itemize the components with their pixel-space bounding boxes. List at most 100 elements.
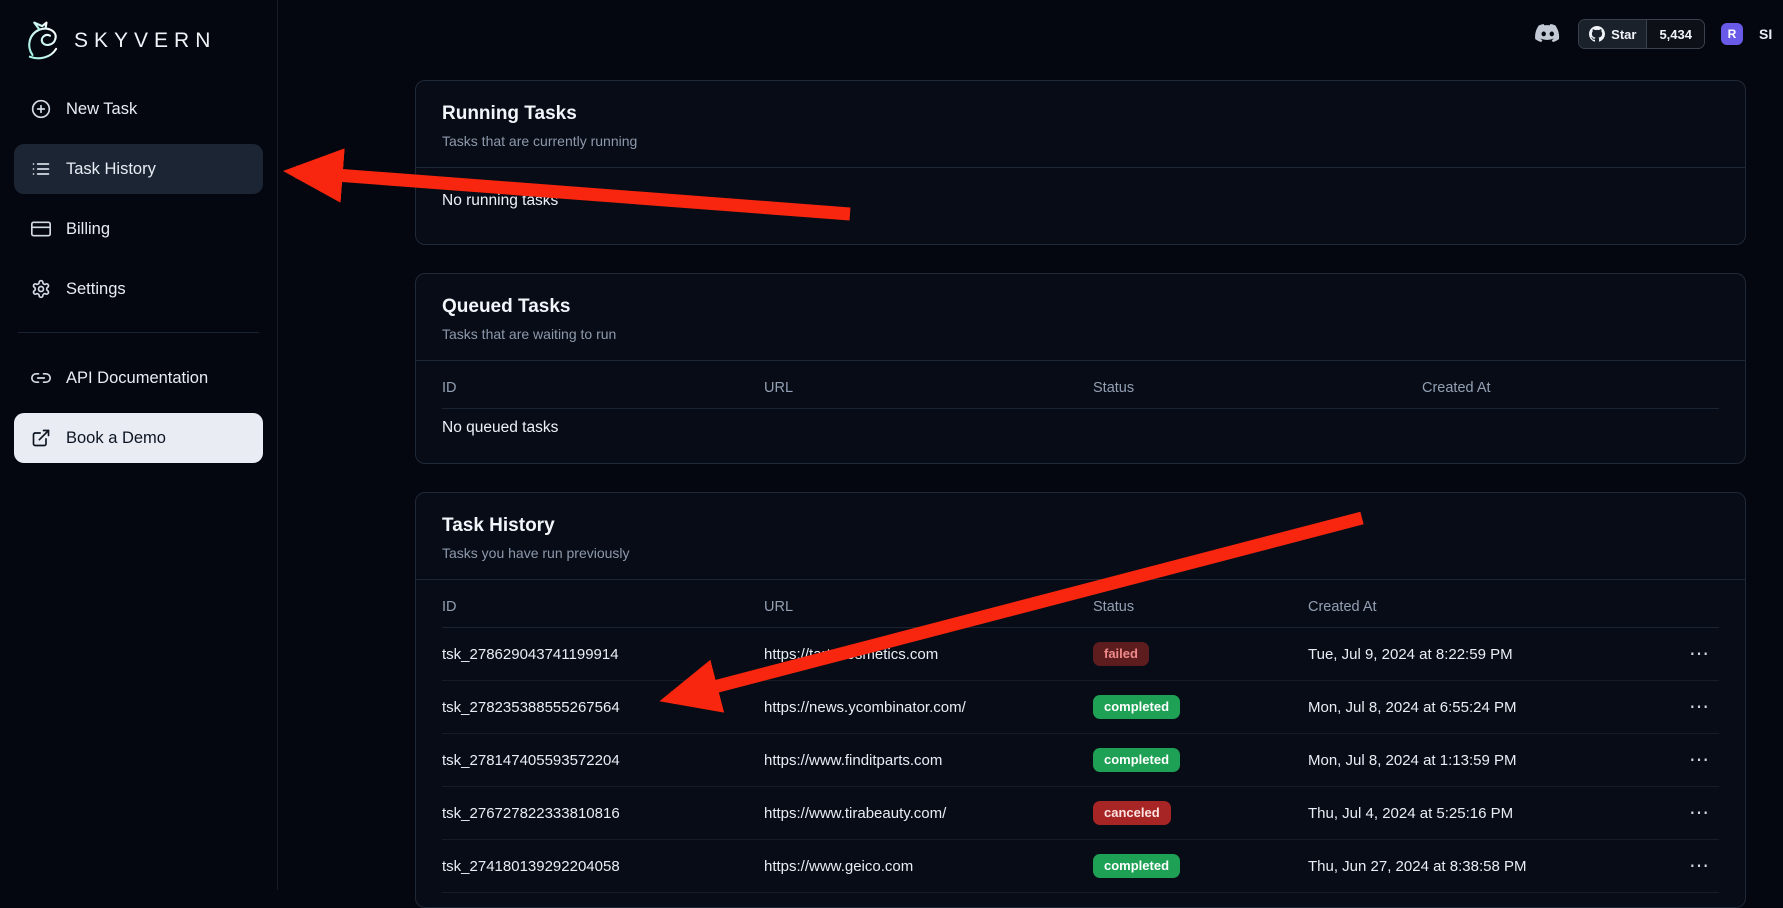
status-badge: completed xyxy=(1093,748,1180,772)
history-table-header: ID URL Status Created At xyxy=(442,586,1719,628)
nav-label-billing: Billing xyxy=(66,220,110,239)
running-tasks-title: Running Tasks xyxy=(442,103,1719,125)
task-actions-cell xyxy=(1681,748,1719,772)
nav-label-task-history: Task History xyxy=(66,160,156,179)
status-badge: failed xyxy=(1093,642,1149,666)
nav-label-api-documentation: API Documentation xyxy=(66,369,208,388)
task-url: https://www.geico.com xyxy=(764,858,1093,875)
row-actions-button[interactable] xyxy=(1681,748,1717,772)
link-icon xyxy=(30,367,52,389)
task-history-rows: tsk_278629043741199914 https://tartecosm… xyxy=(442,628,1719,893)
discord-icon[interactable] xyxy=(1532,21,1562,47)
nav-label-new-task: New Task xyxy=(66,100,137,119)
table-row[interactable]: tsk_274180139292204058 https://www.geico… xyxy=(442,840,1719,893)
status-badge: completed xyxy=(1093,695,1180,719)
task-created-at: Mon, Jul 8, 2024 at 6:55:24 PM xyxy=(1308,699,1671,716)
external-link-icon xyxy=(30,427,52,449)
task-actions-cell xyxy=(1681,642,1719,666)
list-icon xyxy=(30,158,52,180)
nav-label-book-a-demo: Book a Demo xyxy=(66,429,166,448)
table-row[interactable]: tsk_278235388555267564 https://news.ycom… xyxy=(442,681,1719,734)
main-content: Running Tasks Tasks that are currently r… xyxy=(278,0,1783,890)
row-actions-button[interactable] xyxy=(1681,854,1717,878)
task-status-cell: canceled xyxy=(1093,801,1308,825)
task-id: tsk_274180139292204058 xyxy=(442,858,764,875)
task-url: https://tartecosmetics.com xyxy=(764,646,1093,663)
task-id: tsk_278235388555267564 xyxy=(442,699,764,716)
github-icon xyxy=(1589,26,1605,42)
avatar[interactable]: R xyxy=(1721,23,1743,45)
column-header-url: URL xyxy=(764,599,1093,615)
skyvern-logo[interactable]: SKYVERN xyxy=(14,14,263,68)
running-tasks-header: Running Tasks Tasks that are currently r… xyxy=(416,81,1745,168)
table-row[interactable]: tsk_276727822333810816 https://www.tirab… xyxy=(442,787,1719,840)
task-created-at: Mon, Jul 8, 2024 at 1:13:59 PM xyxy=(1308,752,1671,769)
task-actions-cell xyxy=(1681,695,1719,719)
status-badge: completed xyxy=(1093,854,1180,878)
task-created-at: Thu, Jul 4, 2024 at 5:25:16 PM xyxy=(1308,805,1671,822)
task-history-subtitle: Tasks you have run previously xyxy=(442,545,1719,561)
queued-tasks-table: ID URL Status Created At No queued tasks xyxy=(416,361,1745,463)
task-created-at: Thu, Jun 27, 2024 at 8:38:58 PM xyxy=(1308,858,1671,875)
task-history-header: Task History Tasks you have run previous… xyxy=(416,493,1745,580)
task-actions-cell xyxy=(1681,854,1719,878)
task-status-cell: completed xyxy=(1093,748,1308,772)
sidebar-item-billing[interactable]: Billing xyxy=(14,204,263,254)
sidebar-item-new-task[interactable]: New Task xyxy=(14,84,263,134)
column-header-created-at: Created At xyxy=(1308,599,1671,615)
task-url: https://www.finditparts.com xyxy=(764,752,1093,769)
plus-circle-icon xyxy=(30,98,52,120)
github-star-widget[interactable]: Star 5,434 xyxy=(1578,19,1705,49)
task-status-cell: completed xyxy=(1093,695,1308,719)
task-status-cell: completed xyxy=(1093,854,1308,878)
task-status-cell: failed xyxy=(1093,642,1308,666)
queued-tasks-card: Queued Tasks Tasks that are waiting to r… xyxy=(415,273,1746,464)
sidebar: SKYVERN New Task Task History xyxy=(0,0,278,890)
sidebar-item-api-documentation[interactable]: API Documentation xyxy=(14,353,263,403)
table-row[interactable]: tsk_278147405593572204 https://www.findi… xyxy=(442,734,1719,787)
sidebar-nav: New Task Task History Billing xyxy=(14,84,263,463)
task-history-table: ID URL Status Created At tsk_27862904374… xyxy=(416,580,1745,907)
task-id: tsk_278147405593572204 xyxy=(442,752,764,769)
column-header-id: ID xyxy=(442,380,764,396)
credit-card-icon xyxy=(30,218,52,240)
sidebar-item-task-history[interactable]: Task History xyxy=(14,144,263,194)
running-tasks-body: No running tasks xyxy=(416,168,1745,244)
task-id: tsk_278629043741199914 xyxy=(442,646,764,663)
running-tasks-subtitle: Tasks that are currently running xyxy=(442,133,1719,149)
sidebar-divider xyxy=(18,332,259,333)
queued-table-header: ID URL Status Created At xyxy=(442,367,1719,409)
skyvern-dragon-icon xyxy=(22,20,64,62)
queued-tasks-title: Queued Tasks xyxy=(442,296,1719,318)
task-created-at: Tue, Jul 9, 2024 at 8:22:59 PM xyxy=(1308,646,1671,663)
github-star-label: Star xyxy=(1611,27,1636,42)
nav-label-settings: Settings xyxy=(66,280,126,299)
task-url: https://www.tirabeauty.com/ xyxy=(764,805,1093,822)
task-url: https://news.ycombinator.com/ xyxy=(764,699,1093,716)
task-history-card: Task History Tasks you have run previous… xyxy=(415,492,1746,908)
sidebar-item-settings[interactable]: Settings xyxy=(14,264,263,314)
logo-text: SKYVERN xyxy=(74,29,216,53)
row-actions-button[interactable] xyxy=(1681,801,1717,825)
row-actions-button[interactable] xyxy=(1681,695,1717,719)
task-history-title: Task History xyxy=(442,515,1719,537)
column-header-url: URL xyxy=(764,380,1093,396)
column-header-id: ID xyxy=(442,599,764,615)
column-header-created-at: Created At xyxy=(1422,380,1719,396)
column-header-status: Status xyxy=(1093,599,1308,615)
github-star-count[interactable]: 5,434 xyxy=(1646,20,1704,48)
row-actions-button[interactable] xyxy=(1681,642,1717,666)
task-id: tsk_276727822333810816 xyxy=(442,805,764,822)
table-row[interactable]: tsk_278629043741199914 https://tartecosm… xyxy=(442,628,1719,681)
task-actions-cell xyxy=(1681,801,1719,825)
running-tasks-empty: No running tasks xyxy=(442,174,1719,230)
status-badge: canceled xyxy=(1093,801,1171,825)
sidebar-item-book-a-demo[interactable]: Book a Demo xyxy=(14,413,263,463)
queued-tasks-subtitle: Tasks that are waiting to run xyxy=(442,326,1719,342)
github-star-button[interactable]: Star xyxy=(1579,20,1646,48)
queued-tasks-header: Queued Tasks Tasks that are waiting to r… xyxy=(416,274,1745,361)
username-partial: SI xyxy=(1759,26,1775,42)
running-tasks-card: Running Tasks Tasks that are currently r… xyxy=(415,80,1746,245)
topbar: Star 5,434 R SI xyxy=(278,0,1783,68)
gear-icon xyxy=(30,278,52,300)
